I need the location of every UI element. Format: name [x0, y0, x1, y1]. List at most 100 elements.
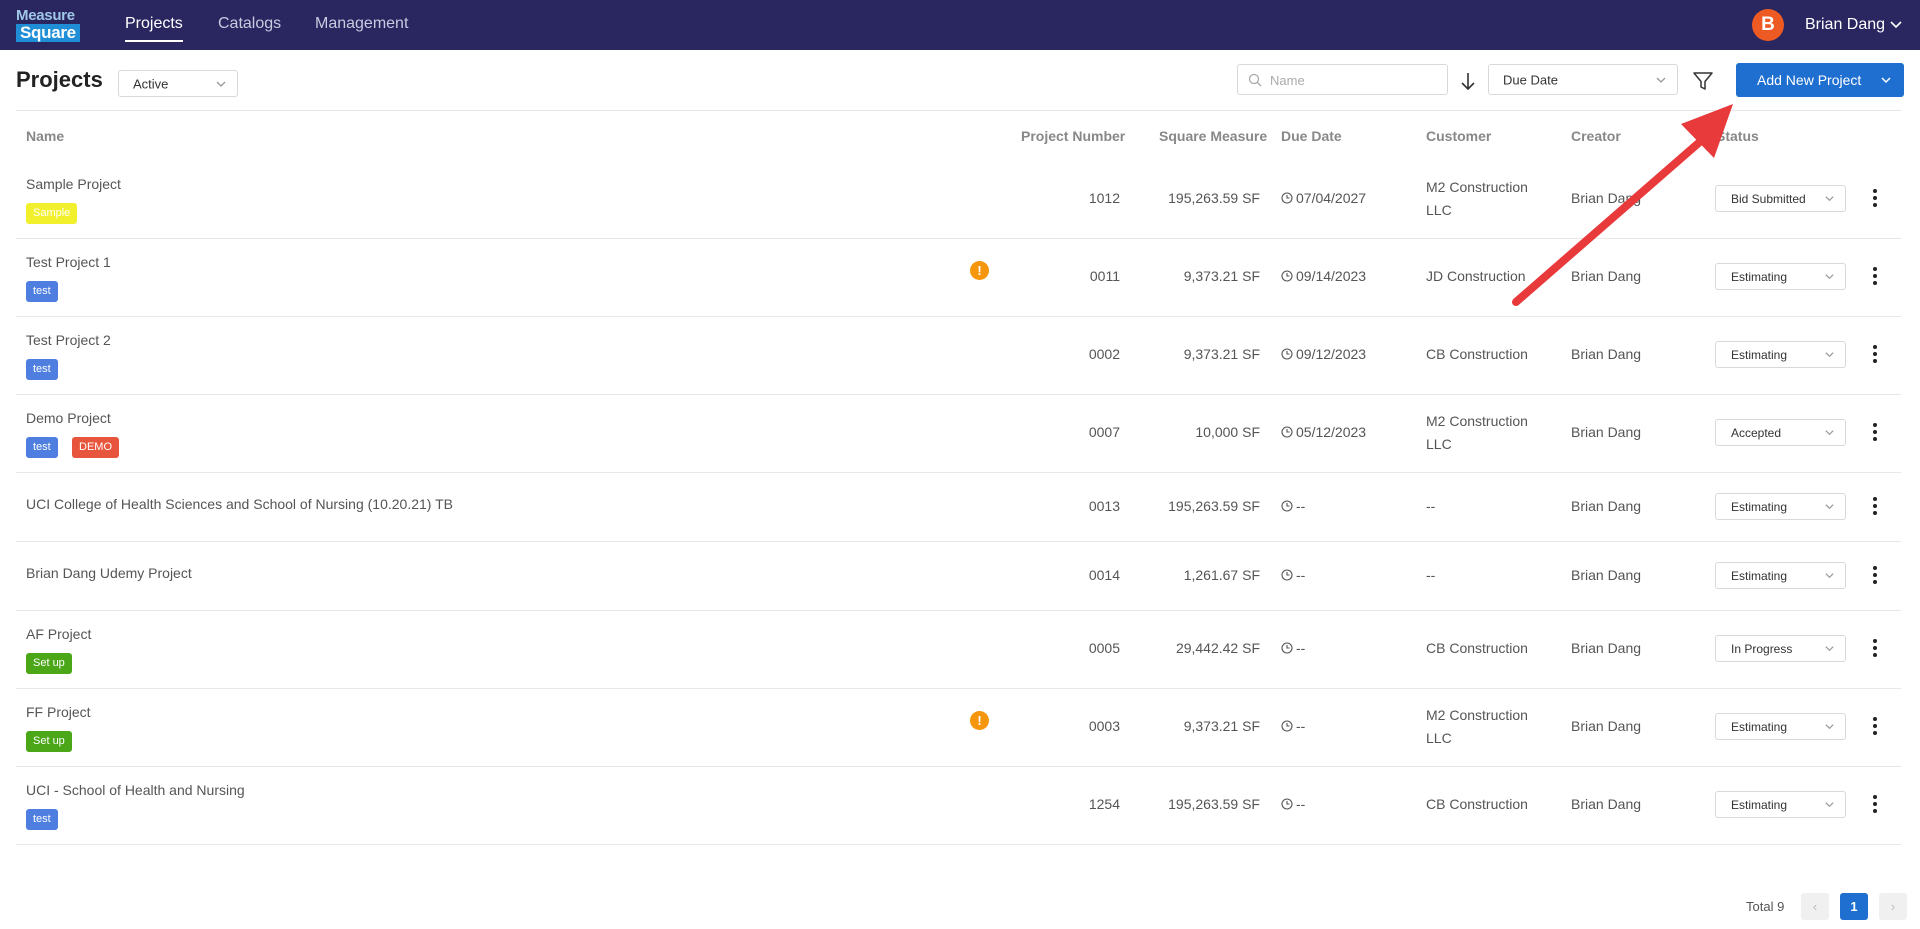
- more-options-icon[interactable]: [1870, 422, 1880, 442]
- due-date-value: 07/04/2027: [1296, 190, 1367, 206]
- column-header-square-measure[interactable]: Square Measure: [1159, 128, 1267, 144]
- due-date: 05/12/2023: [1281, 424, 1366, 440]
- project-number: 0002: [1088, 346, 1120, 362]
- creator-name: Brian Dang: [1571, 640, 1642, 656]
- status-select[interactable]: Estimating: [1715, 492, 1846, 520]
- pagination-page-1[interactable]: 1: [1840, 893, 1868, 920]
- creator-name: Brian Dang: [1571, 424, 1642, 440]
- status-select[interactable]: Estimating: [1715, 791, 1846, 818]
- customer-name: CB Construction: [1426, 346, 1528, 362]
- status-value: Accepted: [1731, 426, 1782, 440]
- square-measure: 9,373.21 SF: [1183, 718, 1260, 734]
- more-options-icon[interactable]: [1870, 565, 1880, 585]
- chevron-down-icon: [1825, 503, 1834, 509]
- add-new-project-button[interactable]: Add New Project: [1736, 63, 1904, 97]
- more-options-icon[interactable]: [1870, 638, 1880, 658]
- status-select[interactable]: Estimating: [1715, 263, 1846, 290]
- warning-icon[interactable]: !: [970, 261, 989, 280]
- status-select[interactable]: Estimating: [1715, 341, 1846, 368]
- project-number: 0003: [1088, 718, 1120, 734]
- top-nav-bar: Measure Square Projects Catalogs Managem…: [0, 0, 1920, 50]
- status-select[interactable]: In Progress: [1715, 635, 1846, 662]
- project-name-link[interactable]: Test Project 1: [26, 254, 111, 270]
- more-options-icon[interactable]: [1870, 716, 1880, 736]
- status-filter-select[interactable]: Active: [118, 70, 238, 97]
- pagination-prev-button[interactable]: ‹: [1801, 893, 1829, 920]
- column-header-status[interactable]: Status: [1716, 128, 1759, 144]
- project-tag: test: [26, 809, 58, 830]
- clock-icon: [1281, 568, 1293, 581]
- user-avatar[interactable]: B: [1752, 9, 1784, 41]
- column-header-due-date[interactable]: Due Date: [1281, 128, 1342, 144]
- status-select[interactable]: Estimating: [1715, 561, 1846, 589]
- nav-management[interactable]: Management: [315, 15, 408, 33]
- sort-by-select[interactable]: Due Date: [1488, 64, 1678, 95]
- sort-direction-icon[interactable]: [1458, 70, 1478, 92]
- due-date-value: --: [1296, 718, 1306, 734]
- column-header-creator[interactable]: Creator: [1571, 128, 1621, 144]
- column-header-project-number[interactable]: Project Number: [1021, 128, 1125, 144]
- square-measure: 9,373.21 SF: [1183, 346, 1260, 362]
- project-name-link[interactable]: AF Project: [26, 626, 91, 642]
- logo-line2: Square: [16, 24, 80, 42]
- status-select[interactable]: Estimating: [1715, 713, 1846, 740]
- clock-icon: [1281, 270, 1293, 282]
- column-header-customer[interactable]: Customer: [1426, 128, 1491, 144]
- user-name[interactable]: Brian Dang: [1805, 16, 1885, 34]
- project-name-link[interactable]: UCI College of Health Sciences and Schoo…: [26, 496, 453, 512]
- project-number: 0007: [1088, 424, 1120, 440]
- status-select[interactable]: Bid Submitted: [1715, 185, 1846, 212]
- project-name-link[interactable]: Demo Project: [26, 410, 111, 426]
- measure-square-logo[interactable]: Measure Square: [16, 8, 86, 42]
- customer-name: JD Construction: [1426, 268, 1526, 284]
- project-name-link[interactable]: Test Project 2: [26, 332, 111, 348]
- chevron-down-icon: [1881, 77, 1891, 84]
- creator-name: Brian Dang: [1571, 796, 1642, 812]
- customer-name: --: [1426, 566, 1436, 583]
- project-tag: test: [26, 281, 58, 302]
- chevron-down-icon: [216, 81, 226, 87]
- project-tag: Sample: [26, 203, 78, 224]
- more-options-icon[interactable]: [1870, 496, 1880, 516]
- due-date-value: --: [1296, 640, 1306, 656]
- chevron-down-icon: [1825, 274, 1834, 280]
- filter-icon[interactable]: [1692, 70, 1714, 92]
- project-number: 0005: [1088, 640, 1120, 656]
- status-value: In Progress: [1731, 642, 1793, 656]
- due-date-value: --: [1296, 796, 1306, 812]
- due-date: 07/04/2027: [1281, 190, 1366, 206]
- due-date: --: [1281, 498, 1305, 514]
- creator-name: Brian Dang: [1571, 566, 1642, 583]
- nav-catalogs[interactable]: Catalogs: [218, 15, 281, 33]
- column-header-name[interactable]: Name: [26, 128, 64, 144]
- project-number: 1012: [1088, 190, 1120, 206]
- creator-name: Brian Dang: [1571, 497, 1642, 514]
- more-options-icon[interactable]: [1870, 266, 1880, 286]
- more-options-icon[interactable]: [1870, 188, 1880, 208]
- project-name-link[interactable]: Brian Dang Udemy Project: [26, 565, 192, 581]
- chevron-down-icon[interactable]: [1888, 16, 1904, 32]
- pagination-next-button[interactable]: ›: [1879, 893, 1907, 920]
- due-date-value: --: [1296, 566, 1306, 583]
- row-divider: [16, 394, 1901, 395]
- customer-name: LLC: [1426, 202, 1452, 218]
- customer-name: --: [1426, 497, 1436, 514]
- project-tag: test: [26, 437, 58, 458]
- project-name-link[interactable]: UCI - School of Health and Nursing: [26, 782, 245, 798]
- due-date-value: 05/12/2023: [1296, 424, 1367, 440]
- clock-icon: [1281, 642, 1293, 654]
- project-name-link[interactable]: Sample Project: [26, 176, 121, 192]
- customer-name: LLC: [1426, 730, 1452, 746]
- square-measure: 1,261.67 SF: [1183, 566, 1260, 583]
- chevron-down-icon: [1825, 430, 1834, 436]
- due-date-value: 09/14/2023: [1296, 268, 1367, 284]
- chevron-down-icon: [1825, 802, 1834, 808]
- chevron-down-icon: [1656, 77, 1666, 83]
- status-select[interactable]: Accepted: [1715, 419, 1846, 446]
- search-input[interactable]: Name: [1237, 64, 1448, 95]
- more-options-icon[interactable]: [1870, 344, 1880, 364]
- nav-projects[interactable]: Projects: [125, 15, 183, 42]
- project-name-link[interactable]: FF Project: [26, 704, 91, 720]
- more-options-icon[interactable]: [1870, 794, 1880, 814]
- warning-icon[interactable]: !: [970, 711, 989, 730]
